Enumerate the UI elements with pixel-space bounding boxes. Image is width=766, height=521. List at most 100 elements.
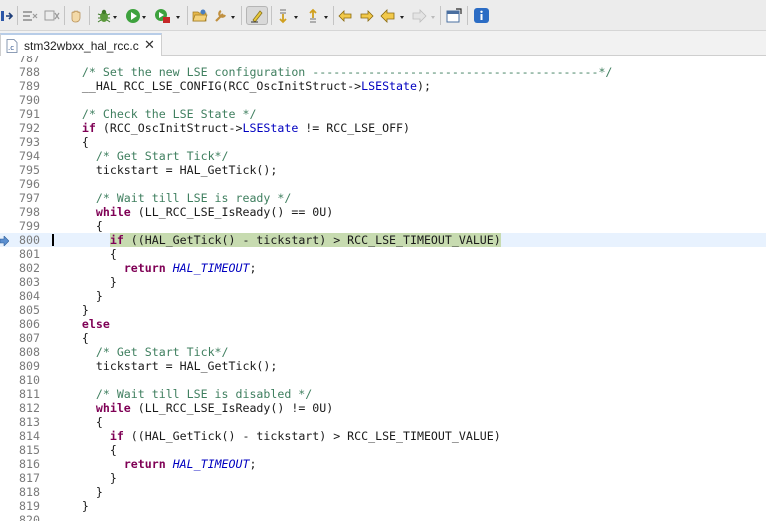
code-text[interactable]: /* Check the LSE State */ — [54, 107, 257, 121]
text-caret — [52, 234, 54, 246]
line-number: 798 — [19, 205, 40, 219]
run-icon[interactable] — [125, 6, 147, 25]
code-text[interactable]: } — [54, 471, 117, 485]
editor-tab[interactable]: .c stm32wbxx_hal_rcc.c ✕ — [0, 33, 162, 56]
code-line[interactable]: 812 while (LL_RCC_LSE_IsReady() != 0U) — [0, 401, 766, 415]
build-icon[interactable] — [44, 6, 60, 25]
code-line[interactable]: 808 /* Get Start Tick*/ — [0, 345, 766, 359]
code-line[interactable]: 788 /* Set the new LSE configuration ---… — [0, 65, 766, 79]
line-number: 796 — [19, 177, 40, 191]
code-line[interactable]: 790 — [0, 93, 766, 107]
open-folder-icon[interactable] — [192, 6, 208, 25]
code-line[interactable]: 811 /* Wait till LSE is disabled */ — [0, 387, 766, 401]
code-line[interactable]: 807 { — [0, 331, 766, 345]
code-line[interactable]: 810 — [0, 373, 766, 387]
code-text[interactable]: if ((HAL_GetTick() - tickstart) > RCC_LS… — [54, 233, 501, 247]
code-text[interactable]: /* Wait till LSE is ready */ — [54, 191, 291, 205]
code-text[interactable]: { — [54, 135, 89, 149]
line-number: 816 — [19, 457, 40, 471]
code-text[interactable]: /* Get Start Tick*/ — [54, 345, 229, 359]
debug-bug-icon[interactable] — [96, 6, 118, 25]
line-number: 795 — [19, 163, 40, 177]
code-line[interactable]: 796 — [0, 177, 766, 191]
code-text[interactable]: { — [54, 331, 89, 345]
code-line[interactable]: 804 } — [0, 289, 766, 303]
code-text[interactable]: tickstart = HAL_GetTick(); — [54, 359, 278, 373]
forward-icon[interactable] — [410, 6, 438, 25]
outline-icon[interactable] — [22, 6, 38, 25]
code-text[interactable]: } — [54, 303, 89, 317]
line-number: 810 — [19, 373, 40, 387]
code-line[interactable]: 805 } — [0, 303, 766, 317]
code-line[interactable]: 809 tickstart = HAL_GetTick(); — [0, 359, 766, 373]
code-text[interactable]: { — [54, 443, 117, 457]
code-line[interactable]: 818 } — [0, 485, 766, 499]
code-line[interactable]: 803 } — [0, 275, 766, 289]
editor-tab-strip: .c stm32wbxx_hal_rcc.c ✕ — [0, 31, 766, 56]
code-text[interactable]: tickstart = HAL_GetTick(); — [54, 163, 278, 177]
toolbar-separator — [271, 6, 272, 25]
line-number: 812 — [19, 401, 40, 415]
highlight-marker-icon[interactable] — [246, 6, 268, 25]
code-text[interactable]: /* Get Start Tick*/ — [54, 149, 229, 163]
code-line[interactable]: 794 /* Get Start Tick*/ — [0, 149, 766, 163]
code-text[interactable]: while (LL_RCC_LSE_IsReady() != 0U) — [54, 401, 333, 415]
next-annotation-icon[interactable] — [276, 6, 300, 25]
new-window-icon[interactable] — [446, 6, 462, 25]
code-line[interactable]: 814 if ((HAL_GetTick() - tickstart) > RC… — [0, 429, 766, 443]
code-line[interactable]: 797 /* Wait till LSE is ready */ — [0, 191, 766, 205]
code-line[interactable]: 806 else — [0, 317, 766, 331]
code-line[interactable]: 815 { — [0, 443, 766, 457]
code-line[interactable]: 802 return HAL_TIMEOUT; — [0, 261, 766, 275]
code-text[interactable]: } — [54, 485, 103, 499]
code-text[interactable]: { — [54, 219, 103, 233]
code-line[interactable]: 801 { — [0, 247, 766, 261]
toolbar-separator — [187, 6, 188, 25]
code-line[interactable]: 793 { — [0, 135, 766, 149]
code-text[interactable]: } — [54, 289, 103, 303]
toolbar-separator — [64, 6, 65, 25]
code-text[interactable]: while (LL_RCC_LSE_IsReady() == 0U) — [54, 205, 333, 219]
code-line[interactable]: 791 /* Check the LSE State */ — [0, 107, 766, 121]
code-line[interactable]: 795 tickstart = HAL_GetTick(); — [0, 163, 766, 177]
code-line[interactable]: 792 if (RCC_OscInitStruct->LSEState != R… — [0, 121, 766, 135]
back-icon[interactable] — [379, 6, 407, 25]
code-line[interactable]: 800 if ((HAL_GetTick() - tickstart) > RC… — [0, 233, 766, 247]
previous-annotation-icon[interactable] — [306, 6, 330, 25]
external-tools-icon[interactable] — [154, 6, 182, 25]
code-line[interactable]: 789 __HAL_RCC_LSE_CONFIG(RCC_OscInitStru… — [0, 79, 766, 93]
code-text[interactable]: if ((HAL_GetTick() - tickstart) > RCC_LS… — [54, 429, 501, 443]
code-text[interactable]: __HAL_RCC_LSE_CONFIG(RCC_OscInitStruct->… — [54, 79, 431, 93]
code-line[interactable]: 817 } — [0, 471, 766, 485]
line-number: 813 — [19, 415, 40, 429]
line-number: 815 — [19, 443, 40, 457]
hand-icon[interactable] — [68, 6, 84, 25]
last-edit-icon[interactable] — [337, 6, 355, 25]
code-line[interactable]: 787 — [0, 56, 766, 65]
line-number: 806 — [19, 317, 40, 331]
code-line[interactable]: 816 return HAL_TIMEOUT; — [0, 457, 766, 471]
code-line[interactable]: 799 { — [0, 219, 766, 233]
wrench-icon[interactable] — [213, 6, 237, 25]
code-editor[interactable]: 787 788 /* Set the new LSE configuration … — [0, 56, 766, 521]
tab-filename: stm32wbxx_hal_rcc.c — [24, 39, 139, 53]
terminal-toggle-icon[interactable] — [1, 6, 15, 25]
code-text[interactable]: { — [54, 247, 117, 261]
code-text[interactable]: return HAL_TIMEOUT; — [54, 261, 257, 275]
code-line[interactable]: 813 { — [0, 415, 766, 429]
code-text[interactable]: else — [54, 317, 110, 331]
code-text[interactable]: } — [54, 275, 117, 289]
code-line[interactable]: 820 — [0, 513, 766, 521]
code-text[interactable]: /* Wait till LSE is disabled */ — [54, 387, 312, 401]
code-text[interactable]: return HAL_TIMEOUT; — [54, 457, 257, 471]
info-icon[interactable] — [474, 6, 489, 25]
line-number: 789 — [19, 79, 40, 93]
code-text[interactable]: /* Set the new LSE configuration -------… — [54, 65, 612, 79]
code-line[interactable]: 798 while (LL_RCC_LSE_IsReady() == 0U) — [0, 205, 766, 219]
code-text[interactable]: } — [54, 499, 89, 513]
code-line[interactable]: 819 } — [0, 499, 766, 513]
code-text[interactable]: { — [54, 415, 103, 429]
code-text[interactable]: if (RCC_OscInitStruct->LSEState != RCC_L… — [54, 121, 410, 135]
close-icon[interactable]: ✕ — [144, 38, 155, 52]
forward-edit-icon[interactable] — [357, 6, 375, 25]
